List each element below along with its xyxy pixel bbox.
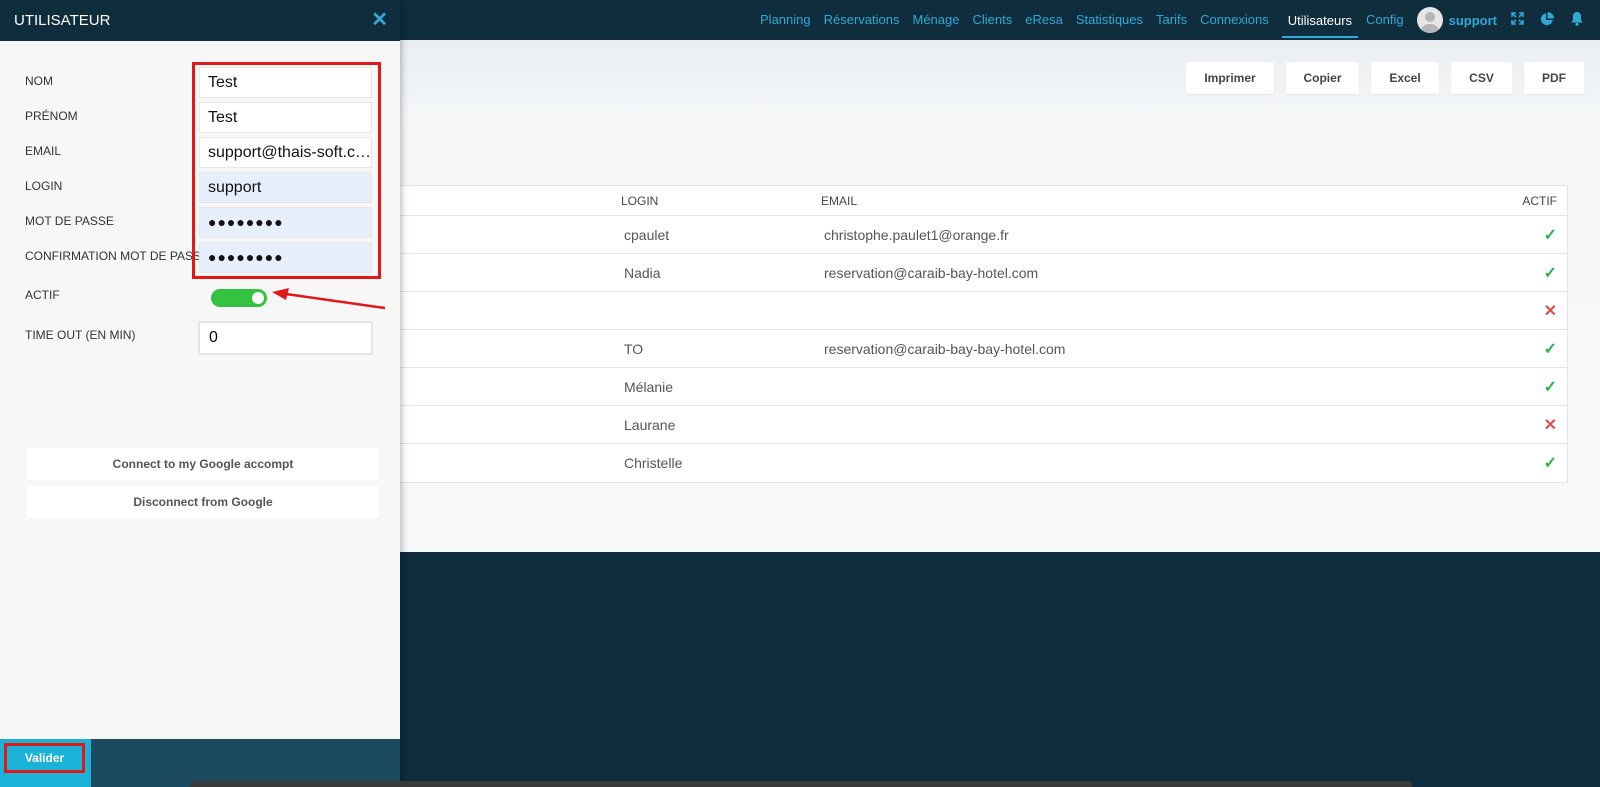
timeout-field[interactable]: 0 [198, 321, 373, 355]
cell-login: TO [624, 340, 644, 357]
label-prenom: PRÉNOM [25, 109, 78, 123]
nav-tarifs[interactable]: Tarifs [1156, 0, 1187, 40]
fullscreen-icon[interactable] [1511, 12, 1524, 28]
pie-chart-icon[interactable] [1540, 11, 1554, 29]
check-icon: ✓ [1543, 226, 1557, 244]
panel-header: UTILISATEUR ✕ [0, 0, 400, 41]
users-table: LOGIN EMAIL ACTIF cpaulet christophe.pau… [380, 185, 1568, 483]
cell-login: Christelle [624, 455, 683, 471]
panel-title: UTILISATEUR [14, 12, 111, 29]
cell-login: Mélanie [624, 378, 674, 395]
table-row[interactable]: Christelle ✓ [381, 444, 1567, 482]
check-icon: ✓ [1543, 264, 1557, 282]
label-nom: NOM [25, 74, 53, 88]
table-row[interactable]: ✕ [381, 292, 1567, 330]
table-row[interactable]: Laurane ✕ [381, 406, 1567, 444]
header-actif[interactable]: ACTIF [1522, 194, 1557, 208]
cell-login: Laurane [624, 416, 676, 433]
bell-icon[interactable] [1570, 11, 1584, 29]
header-email[interactable]: EMAIL [821, 194, 857, 208]
google-connect-button[interactable]: Connect to my Google accompt [27, 448, 379, 480]
table-row[interactable]: TO reservation@caraib-bay-bay-hotel.com … [381, 330, 1567, 368]
toggle-knob [252, 292, 264, 304]
label-email: EMAIL [25, 144, 62, 158]
horizontal-scrollbar[interactable] [190, 781, 1412, 787]
table-row[interactable]: Nadia reservation@caraib-bay-hotel.com ✓ [381, 254, 1567, 292]
cell-login: cpaulet [624, 226, 670, 243]
user-edit-panel: UTILISATEUR ✕ NOM Test PRÉNOM Test EMAIL… [0, 0, 400, 787]
username: support [1448, 12, 1497, 28]
label-timeout: TIME OUT (EN MIN) [25, 328, 136, 342]
cross-icon: ✕ [1543, 302, 1557, 320]
main-nav: Planning Réservations Ménage Clients eRe… [760, 0, 1600, 40]
annotation-arrow-icon [272, 288, 386, 310]
label-login: LOGIN [25, 179, 63, 193]
nav-menage[interactable]: Ménage [913, 0, 960, 40]
excel-button[interactable]: Excel [1371, 62, 1439, 94]
pdf-button[interactable]: PDF [1524, 62, 1584, 94]
nav-utilisateurs[interactable]: Utilisateurs [1281, 6, 1359, 38]
cell-email: reservation@caraib-bay-hotel.com [824, 264, 1039, 281]
check-icon: ✓ [1543, 455, 1557, 472]
nav-eresa[interactable]: eResa [1025, 0, 1063, 40]
header-login[interactable]: LOGIN [621, 194, 658, 208]
nav-planning[interactable]: Planning [760, 0, 811, 40]
export-toolbar: Imprimer Copier Excel CSV PDF [1174, 62, 1584, 94]
google-disconnect-button[interactable]: Disconnect from Google [27, 486, 379, 518]
csv-button[interactable]: CSV [1451, 62, 1512, 94]
submit-button[interactable]: Valider [4, 743, 85, 773]
check-icon: ✓ [1543, 340, 1557, 358]
print-button[interactable]: Imprimer [1186, 62, 1274, 94]
cross-icon: ✕ [1543, 416, 1557, 434]
annotation-highlight-box [192, 62, 381, 279]
cell-email: reservation@caraib-bay-bay-hotel.com [824, 340, 1066, 357]
check-icon: ✓ [1543, 378, 1557, 396]
panel-footer: Valider [0, 739, 400, 787]
nav-config[interactable]: Config [1366, 0, 1404, 40]
avatar [1416, 7, 1443, 33]
label-actif: ACTIF [25, 288, 60, 302]
table-row[interactable]: cpaulet christophe.paulet1@orange.fr ✓ [381, 216, 1567, 254]
copy-button[interactable]: Copier [1286, 62, 1359, 94]
label-password-confirm: CONFIRMATION MOT DE PASSE [25, 249, 210, 263]
nav-connexions[interactable]: Connexions [1200, 0, 1269, 40]
table-header: LOGIN EMAIL ACTIF [381, 186, 1567, 216]
actif-toggle[interactable] [211, 289, 267, 307]
table-row[interactable]: Mélanie ✓ [381, 368, 1567, 406]
close-icon[interactable]: ✕ [371, 0, 388, 41]
label-password: MOT DE PASSE [25, 214, 114, 228]
nav-clients[interactable]: Clients [972, 0, 1012, 40]
cell-login: Nadia [624, 264, 661, 281]
cell-email: christophe.paulet1@orange.fr [824, 226, 1009, 243]
nav-reservations[interactable]: Réservations [824, 0, 900, 40]
nav-statistiques[interactable]: Statistiques [1076, 0, 1143, 40]
user-menu[interactable]: support [1416, 7, 1497, 33]
